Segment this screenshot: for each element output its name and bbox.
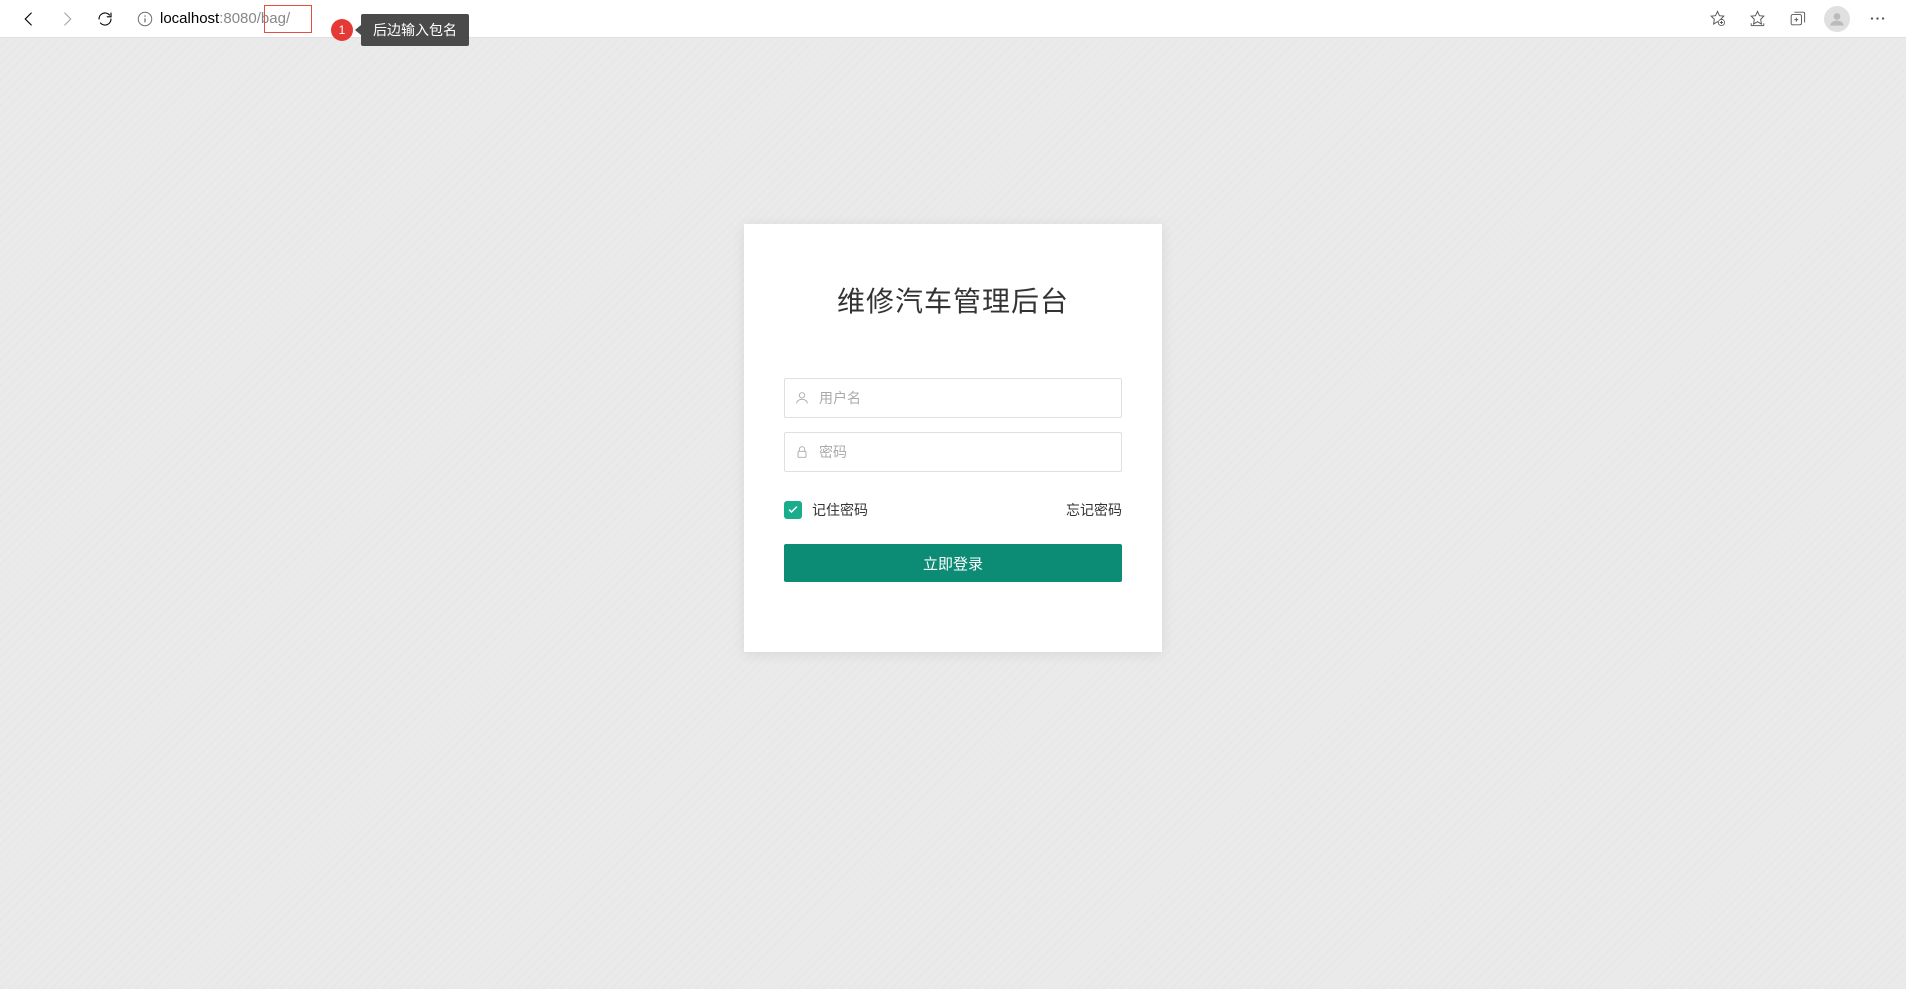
back-button[interactable] bbox=[12, 4, 46, 34]
collections-icon[interactable] bbox=[1780, 4, 1814, 34]
lock-icon bbox=[794, 444, 810, 460]
check-icon bbox=[787, 504, 799, 516]
refresh-button[interactable] bbox=[88, 4, 122, 34]
annotation-badge: 1 bbox=[331, 19, 353, 41]
forward-button[interactable] bbox=[50, 4, 84, 34]
login-panel: 维修汽车管理后台 记住密码 忘记密码 立即登录 bbox=[744, 224, 1162, 652]
site-info-icon[interactable] bbox=[136, 10, 154, 28]
browser-toolbar: localhost:8080/bag/ 1 后边输入包名 bbox=[0, 0, 1906, 38]
password-group bbox=[784, 432, 1122, 472]
remember-wrap: 记住密码 bbox=[784, 500, 868, 520]
avatar-icon bbox=[1824, 6, 1850, 32]
favorites-icon[interactable] bbox=[1740, 4, 1774, 34]
username-input[interactable] bbox=[784, 378, 1122, 418]
login-title: 维修汽车管理后台 bbox=[784, 280, 1122, 320]
forgot-password-link[interactable]: 忘记密码 bbox=[1066, 500, 1122, 520]
url-port: :8080 bbox=[219, 10, 257, 27]
arrow-right-icon bbox=[58, 10, 76, 28]
login-button[interactable]: 立即登录 bbox=[784, 544, 1122, 582]
arrow-left-icon bbox=[20, 10, 38, 28]
url-host: localhost bbox=[160, 10, 219, 27]
remember-checkbox[interactable] bbox=[784, 501, 802, 519]
profile-button[interactable] bbox=[1820, 4, 1854, 34]
more-button[interactable] bbox=[1860, 4, 1894, 34]
annotation: 1 后边输入包名 bbox=[331, 14, 469, 46]
toolbar-right bbox=[1700, 4, 1894, 34]
remember-label: 记住密码 bbox=[812, 500, 868, 520]
username-group bbox=[784, 378, 1122, 418]
address-bar[interactable]: localhost:8080/bag/ 1 后边输入包名 bbox=[136, 10, 1696, 28]
user-icon bbox=[794, 390, 810, 406]
url-text: localhost:8080/bag/ bbox=[160, 10, 290, 27]
url-path: /bag/ bbox=[257, 10, 290, 27]
page-content: 维修汽车管理后台 记住密码 忘记密码 立即登录 bbox=[0, 38, 1906, 989]
refresh-icon bbox=[96, 10, 114, 28]
favorite-add-icon[interactable] bbox=[1700, 4, 1734, 34]
password-input[interactable] bbox=[784, 432, 1122, 472]
options-row: 记住密码 忘记密码 bbox=[784, 500, 1122, 520]
annotation-tooltip: 后边输入包名 bbox=[361, 14, 469, 46]
